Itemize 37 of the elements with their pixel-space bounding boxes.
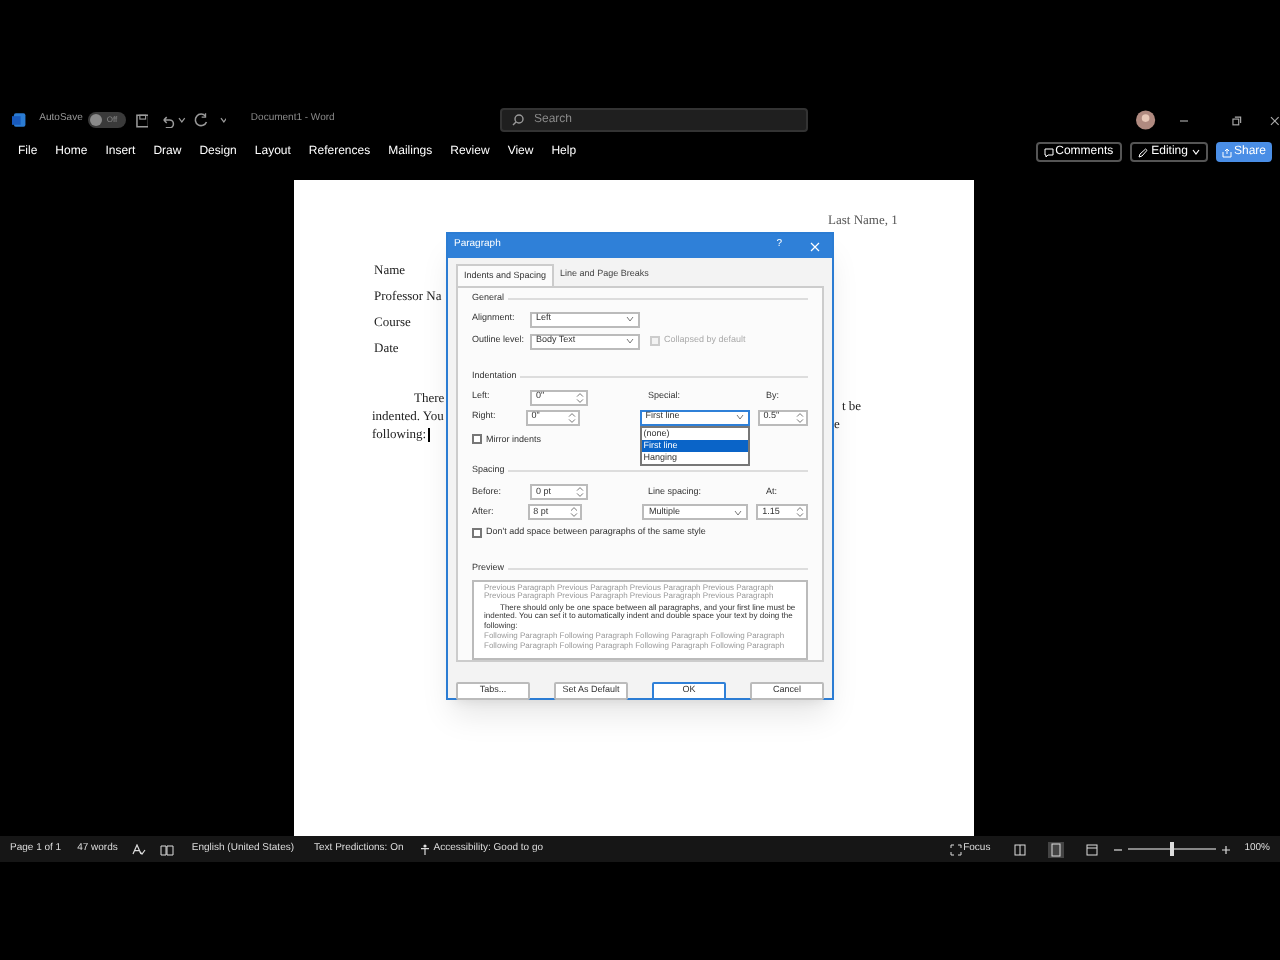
close-icon[interactable]: [1270, 115, 1280, 125]
book-icon[interactable]: [159, 843, 174, 855]
print-layout-icon[interactable]: [1048, 841, 1065, 857]
spin-arrows-icon: [576, 486, 584, 498]
share-icon: [1221, 147, 1232, 157]
checkbox[interactable]: [472, 527, 482, 538]
comment-icon: [1043, 147, 1054, 157]
chevron-icon: [734, 509, 743, 515]
avatar-icon: [1136, 110, 1156, 130]
minimize-icon[interactable]: [1179, 115, 1189, 125]
chevron-icon: [735, 414, 744, 420]
proofing-icon[interactable]: [131, 843, 146, 855]
undo-icon[interactable]: [160, 113, 177, 127]
redo-icon[interactable]: [193, 112, 210, 128]
spin-arrows-icon: [795, 411, 804, 423]
checkbox[interactable]: [472, 434, 482, 445]
app-logo-icon: [12, 112, 28, 128]
chevron-icon: [626, 316, 634, 323]
zoom-slider-thumb[interactable]: [1170, 842, 1175, 856]
save-icon[interactable]: [135, 113, 149, 127]
caret-icon: [1191, 148, 1200, 156]
zoom-in-icon[interactable]: [1222, 845, 1231, 853]
caret-icon[interactable]: [178, 116, 186, 124]
search-icon: [512, 114, 524, 126]
restore-icon[interactable]: [1232, 115, 1243, 125]
read-mode-icon[interactable]: [1014, 843, 1027, 855]
text-cursor: [428, 427, 430, 442]
web-layout-icon[interactable]: [1086, 843, 1099, 855]
zoom-out-icon[interactable]: [1114, 845, 1123, 853]
spin-arrows-icon: [796, 506, 804, 518]
spin-arrows-icon: [570, 506, 579, 518]
caret-icon[interactable]: [219, 116, 227, 124]
pencil-icon: [1137, 147, 1148, 157]
spin-arrows-icon: [567, 411, 576, 423]
chevron-icon: [626, 338, 634, 345]
focus-icon: [949, 843, 962, 855]
spin-arrows-icon: [576, 391, 584, 403]
